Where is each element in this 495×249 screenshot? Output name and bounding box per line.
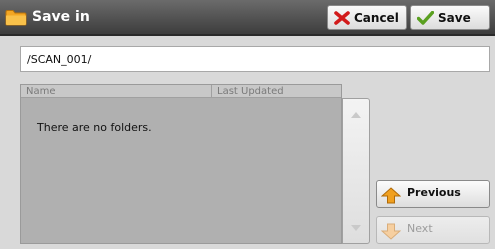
up-arrow-icon	[381, 187, 401, 204]
folder-list-header: Name Last Updated	[21, 85, 341, 98]
next-button-label: Next	[407, 222, 433, 235]
save-path-value: /SCAN_001/	[27, 53, 92, 66]
empty-list-message: There are no folders.	[37, 121, 152, 134]
red-x-icon	[334, 10, 350, 25]
green-check-icon	[417, 10, 434, 25]
scroll-up-arrow-icon	[351, 112, 361, 118]
previous-button-label: Previous	[407, 186, 461, 199]
title-bar: Save in Cancel Save	[0, 0, 495, 36]
scroll-down-arrow-icon	[351, 225, 361, 231]
save-button[interactable]: Save	[410, 5, 490, 30]
scroll-up-button[interactable]	[343, 99, 369, 129]
previous-button[interactable]: Previous	[376, 180, 490, 208]
folder-list[interactable]: Name Last Updated There are no folders.	[20, 84, 342, 244]
column-header-name[interactable]: Name	[26, 85, 56, 98]
folder-icon	[5, 10, 27, 26]
save-path-field[interactable]: /SCAN_001/	[20, 46, 490, 72]
down-arrow-icon	[381, 223, 401, 240]
cancel-button[interactable]: Cancel	[327, 5, 407, 30]
column-header-last-updated[interactable]: Last Updated	[217, 85, 284, 98]
column-divider	[211, 85, 212, 98]
page-title: Save in	[32, 9, 90, 25]
scrollbar[interactable]	[342, 98, 370, 244]
cancel-button-label: Cancel	[354, 10, 399, 25]
save-button-label: Save	[438, 10, 471, 25]
next-button[interactable]: Next	[376, 216, 490, 244]
scroll-down-button[interactable]	[343, 213, 369, 243]
